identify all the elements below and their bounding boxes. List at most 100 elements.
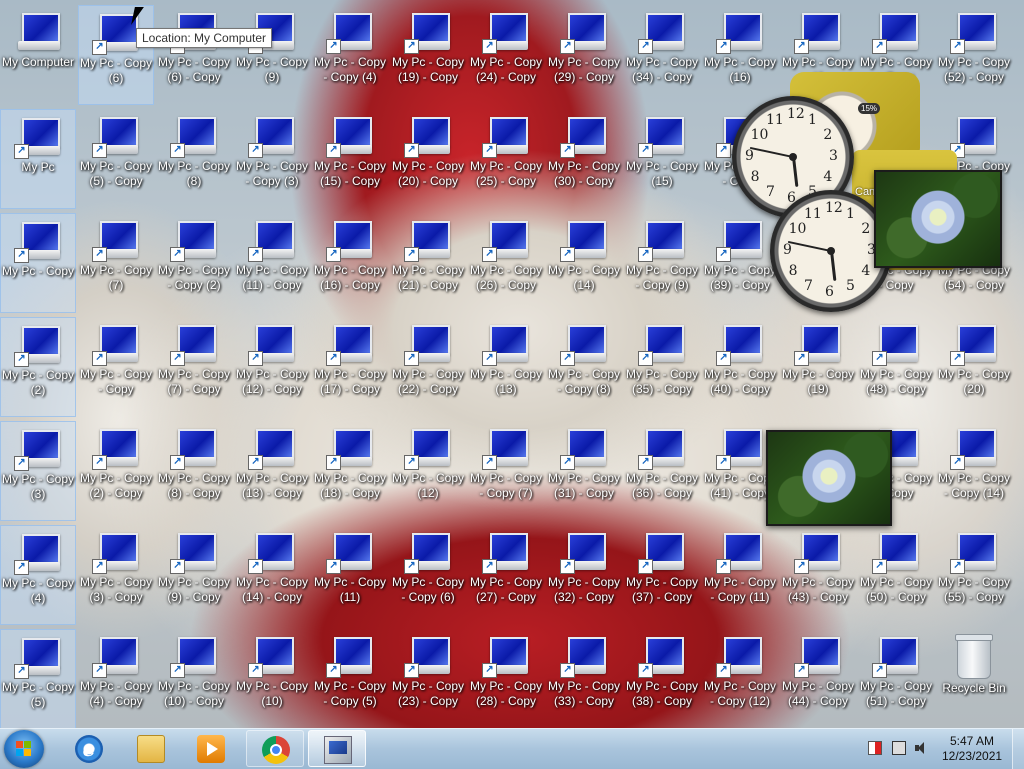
desktop-shortcut[interactable]: ↗ My Pc - Copy (2) (0, 317, 76, 417)
desktop-shortcut[interactable]: ↗ My Pc - Copy (16) (702, 5, 778, 105)
network-icon[interactable] (892, 741, 906, 755)
desktop-shortcut[interactable]: ↗ My Pc - Copy (12) - Copy (234, 317, 310, 417)
desktop-shortcut[interactable]: ↗ My Pc - Copy (11) (312, 525, 388, 625)
slideshow-photo[interactable] (874, 170, 1002, 268)
desktop-shortcut[interactable]: ↗ My Pc - Copy (23) - Copy (390, 629, 466, 729)
desktop-shortcut[interactable]: ↗ My Pc - Copy (30) - Copy (546, 109, 622, 209)
desktop-shortcut[interactable]: ↗ My Pc - Copy (7) (78, 213, 154, 313)
desktop-shortcut[interactable]: ↗ My Pc - Copy (29) - Copy (546, 5, 622, 105)
desktop-shortcut[interactable]: ↗ My Pc - Copy (18) - Copy (312, 421, 388, 521)
computer-icon: ↗ (404, 427, 452, 470)
desktop-shortcut[interactable]: ↗ My Pc - Copy (10) (234, 629, 310, 729)
desktop-shortcut[interactable]: ↗ My Pc - Copy (21) - Copy (390, 213, 466, 313)
desktop-shortcut[interactable]: ↗ My Pc - Copy (15) - Copy (312, 109, 388, 209)
desktop-shortcut[interactable]: ↗ My Pc - Copy (36) - Copy (624, 421, 700, 521)
desktop-shortcut[interactable]: ↗ My Pc - Copy (20) (936, 317, 1012, 417)
taskbar-remote-desktop[interactable] (308, 730, 366, 767)
desktop-shortcut[interactable]: ↗ My Pc - Copy (4) (0, 525, 76, 625)
show-desktop-button[interactable] (1012, 729, 1024, 769)
desktop-shortcut[interactable]: ↗ My Pc - Copy (26) - Copy (468, 213, 544, 313)
desktop-shortcut[interactable]: ↗ My Pc - Copy (13) - Copy (234, 421, 310, 521)
computer-icon: ↗ (794, 635, 842, 678)
desktop-shortcut[interactable]: ↗ My Pc - Copy (2) - Copy (78, 421, 154, 521)
taskbar-chrome[interactable] (246, 730, 304, 767)
desktop-shortcut[interactable]: ↗ My Pc - Copy (9) - Copy (156, 525, 232, 625)
taskbar-windows-explorer[interactable] (122, 730, 180, 767)
desktop-shortcut[interactable]: ↗ My Pc - Copy (33) - Copy (546, 629, 622, 729)
shortcut-label: My Pc - Copy - Copy (8) (547, 367, 620, 396)
desktop-shortcut[interactable]: ↗ My Pc - Copy - Copy (8) (546, 317, 622, 417)
desktop-shortcut[interactable]: ↗ My Pc - Copy (28) - Copy (468, 629, 544, 729)
desktop-shortcut[interactable]: ↗ My Pc - Copy (51) - Copy (858, 629, 934, 729)
taskbar-internet-explorer[interactable]: e (60, 730, 118, 767)
slideshow-photo[interactable] (766, 430, 892, 526)
desktop-shortcut[interactable]: ↗ My Pc - Copy (32) - Copy (546, 525, 622, 625)
desktop-shortcut[interactable]: ↗ My Pc - Copy - Copy (11) (702, 525, 778, 625)
computer-icon: ↗ (248, 323, 296, 366)
desktop-shortcut[interactable]: ↗ My Pc - Copy (38) - Copy (624, 629, 700, 729)
desktop-shortcut[interactable]: ↗ My Pc - Copy (31) - Copy (546, 421, 622, 521)
desktop-shortcut[interactable]: ↗ My Pc - Copy (27) - Copy (468, 525, 544, 625)
desktop-shortcut[interactable]: ↗ My Pc - Copy (10) - Copy (156, 629, 232, 729)
desktop-shortcut[interactable]: ↗ My Pc - Copy (55) - Copy (936, 525, 1012, 625)
recycle-bin-shortcut[interactable]: Recycle Bin (936, 629, 1012, 729)
desktop-shortcut[interactable]: ↗ My Pc - Copy (14) (546, 213, 622, 313)
desktop-shortcut[interactable]: ↗ My Pc - Copy (8) (156, 109, 232, 209)
desktop-shortcut[interactable]: ↗ My Pc - Copy (17) - Copy (312, 317, 388, 417)
desktop-shortcut[interactable]: ↗My Pc - Copy (9) (234, 5, 310, 105)
desktop-shortcut[interactable]: ↗ My Pc - Copy - Copy (2) (156, 213, 232, 313)
desktop-shortcut[interactable]: ↗ My Pc - Copy (50) - Copy (858, 525, 934, 625)
desktop-shortcut[interactable]: ↗ My Pc - Copy (5) (0, 629, 76, 729)
desktop-shortcut[interactable]: ↗ My Pc - Copy - Copy (9) (624, 213, 700, 313)
clock-numeral: 9 (783, 242, 792, 258)
desktop-shortcut[interactable]: ↗ My Pc - Copy (44) - Copy (780, 629, 856, 729)
desktop-shortcut[interactable]: ↗ My Pc - Copy (20) - Copy (390, 109, 466, 209)
desktop-shortcut[interactable]: ↗ My Pc (0, 109, 76, 209)
volume-icon[interactable] (914, 741, 928, 755)
start-button[interactable] (4, 730, 44, 768)
desktop-shortcut[interactable]: ↗ My Pc - Copy (43) - Copy (780, 525, 856, 625)
desktop-shortcut[interactable]: ↗ My Pc - Copy (40) - Copy (702, 317, 778, 417)
desktop-shortcut[interactable]: ↗ My Pc - Copy (3) - Copy (78, 525, 154, 625)
desktop-shortcut[interactable]: ↗My Pc - Copy - Copy (78, 317, 154, 417)
action-center-flag-icon[interactable] (868, 741, 882, 755)
desktop-shortcut[interactable]: ↗ My Pc - Copy (8) - Copy (156, 421, 232, 521)
desktop-shortcut[interactable]: ↗ My Pc - Copy (52) - Copy (936, 5, 1012, 105)
desktop-shortcut[interactable]: ↗ My Pc - Copy - Copy (5) (312, 629, 388, 729)
desktop-shortcut[interactable]: ↗ My Pc - Copy (13) (468, 317, 544, 417)
desktop-shortcut[interactable]: ↗ My Pc - Copy - Copy (3) (234, 109, 310, 209)
desktop-shortcut[interactable]: ↗ My Pc - Copy (39) - Copy (702, 213, 778, 313)
desktop-shortcut[interactable]: ↗ My Pc - Copy (7) - Copy (156, 317, 232, 417)
desktop-shortcut[interactable]: ↗ My Pc - Copy - Copy (12) (702, 629, 778, 729)
shortcut-label: My Pc - Copy - Copy (6) (391, 575, 464, 604)
desktop-shortcut[interactable]: ↗ My Pc - Copy (34) - Copy (624, 5, 700, 105)
desktop-shortcut[interactable]: ↗ My Pc - Copy (15) (624, 109, 700, 209)
desktop-shortcut[interactable]: ↗ My Pc - Copy - Copy (7) (468, 421, 544, 521)
desktop-shortcut[interactable]: ↗ My Pc - Copy (0, 213, 76, 313)
desktop-shortcut[interactable]: ↗ My Pc - Copy (19) (780, 317, 856, 417)
desktop-shortcut[interactable]: ↗ My Pc - Copy - Copy (4) (312, 5, 388, 105)
desktop-shortcut[interactable]: ↗ My Pc - Copy (3) (0, 421, 76, 521)
desktop-shortcut[interactable]: ↗ My Pc - Copy (19) - Copy (390, 5, 466, 105)
system-clock[interactable]: 5:47 AM 12/23/2021 (942, 734, 1002, 764)
clock-numeral: 10 (750, 127, 769, 143)
desktop-shortcut[interactable]: ↗ My Pc - Copy - Copy (6) (390, 525, 466, 625)
desktop-shortcut[interactable]: ↗ My Pc - Copy (6) (78, 5, 154, 105)
desktop-shortcut[interactable]: ↗ My Pc - Copy (22) - Copy (390, 317, 466, 417)
desktop-shortcut[interactable]: ↗ My Pc - Copy (37) - Copy (624, 525, 700, 625)
desktop-shortcut[interactable]: ↗ My Pc - Copy (11) - Copy (234, 213, 310, 313)
desktop-shortcut[interactable]: ↗ My Pc - Copy (14) - Copy (234, 525, 310, 625)
desktop-shortcut[interactable]: ↗ My Pc - Copy (16) - Copy (312, 213, 388, 313)
desktop-shortcut[interactable]: ↗ My Pc - Copy (4) - Copy (78, 629, 154, 729)
desktop-shortcut[interactable]: ↗ My Pc - Copy - Copy (14) (936, 421, 1012, 521)
desktop-shortcut[interactable]: ↗ My Pc - Copy (48) - Copy (858, 317, 934, 417)
desktop-shortcut[interactable]: ↗ My Pc - Copy (35) - Copy (624, 317, 700, 417)
desktop-shortcut[interactable]: ↗ My Pc - Copy (5) - Copy (78, 109, 154, 209)
desktop-shortcut[interactable]: ↗My Pc - Copy (6) - Copy (156, 5, 232, 105)
desktop-shortcut[interactable]: ↗ My Pc - Copy (25) - Copy (468, 109, 544, 209)
taskbar-media-player[interactable] (182, 730, 240, 767)
shortcut-arrow-icon: ↗ (716, 663, 731, 678)
desktop-shortcut[interactable]: ↗ My Pc - Copy (12) (390, 421, 466, 521)
desktop-shortcut[interactable]: My Computer (0, 5, 76, 105)
desktop-shortcut[interactable]: ↗ My Pc - Copy (24) - Copy (468, 5, 544, 105)
